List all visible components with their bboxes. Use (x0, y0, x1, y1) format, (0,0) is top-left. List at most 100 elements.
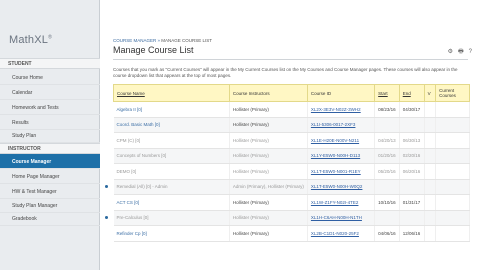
table-row: Pre-Calculus [0] Hollister (Primary) XL1H-… (113, 210, 470, 226)
table-row: Concepts of Numbers [0] Hollister (Primar… (113, 148, 470, 164)
course-name-link[interactable]: Remedial (All) [0] - Admin (113, 179, 230, 195)
sidebar: MathXL® STUDENT Course Home Calendar Hom… (0, 0, 100, 270)
current-course-cell[interactable] (435, 210, 470, 226)
col-header-start[interactable]: Start (374, 84, 400, 102)
course-end-date: 12/06/16 (399, 225, 425, 242)
course-name-link[interactable]: CPM (C) [0] (113, 132, 230, 149)
col-header-current-courses: Current Courses (435, 84, 470, 102)
row-expand-bullet-icon[interactable] (105, 215, 108, 219)
course-id-link[interactable]: XL1I-5306-0017-2XF3 (307, 117, 376, 133)
course-end-date: 01/31/17 (399, 194, 425, 211)
course-end-date: 06/20/16 (399, 163, 425, 180)
current-course-cell[interactable] (435, 148, 470, 164)
course-end-date: 02/20/16 (399, 148, 425, 164)
course-v-cell (424, 210, 437, 226)
course-start-date: 01/20/16 (374, 148, 400, 164)
student-section-header: STUDENT (0, 58, 100, 69)
table-row: Refinder Cp [0] Hollister (Primary) XL2B-C… (113, 225, 470, 242)
course-start-date: 05/20/16 (374, 163, 400, 180)
current-course-cell[interactable] (435, 132, 470, 149)
course-start-date: 04/20/13 (374, 132, 400, 149)
course-id-link[interactable]: XL2B-C1D1-N020-25F2 (307, 225, 376, 242)
course-start-date (374, 210, 400, 226)
current-course-cell[interactable] (435, 179, 470, 195)
col-header-end[interactable]: End (398, 84, 425, 102)
course-end-date (399, 210, 425, 226)
current-course-cell[interactable] (435, 225, 470, 242)
course-name-link[interactable]: Algebra II [0] (113, 101, 230, 118)
sidebar-item-homework-and-tests[interactable]: Homework and Tests (0, 100, 100, 115)
course-end-date: 06/30/13 (399, 132, 425, 149)
sidebar-item-home-page-manager[interactable]: Home Page Manager (0, 169, 100, 184)
current-course-cell[interactable] (435, 101, 470, 118)
course-id-link[interactable]: XL1W-Z1FY-N02I-4TE2 (307, 194, 376, 211)
current-courses-note: Courses that you mark as "Current Course… (113, 67, 458, 78)
table-row: Algebra II [0] Hollister (Primary) XL2X-3E… (113, 101, 470, 118)
col-header-v: V (423, 84, 437, 102)
course-id-link[interactable]: XL1T-E5W0-N00H-W0Q2 (307, 179, 376, 195)
sidebar-item-study-plan[interactable]: Study Plan (0, 128, 100, 143)
course-instructors: Hollister (Primary) (229, 163, 308, 180)
course-name-link[interactable]: ACT CS [0] (113, 194, 230, 211)
instructor-section-header: INSTRUCTOR (0, 143, 100, 154)
sidebar-item-course-home[interactable]: Course Home (0, 70, 100, 85)
course-instructors: Hollister (Primary) (229, 210, 308, 226)
help-icon[interactable]: ? (469, 49, 472, 55)
sidebar-item-calendar[interactable]: Calendar (0, 85, 100, 100)
sidebar-item-hw-test-manager[interactable]: HW & Test Manager (0, 184, 100, 199)
current-course-cell[interactable] (435, 194, 470, 211)
page-title: Manage Course List (113, 45, 194, 55)
main-content: COURSE MANAGER » MANAGE COURSE LIST Mana… (101, 0, 480, 270)
current-course-cell[interactable] (435, 117, 470, 133)
course-start-date: 08/23/16 (374, 101, 400, 118)
course-v-cell (424, 163, 437, 180)
row-expand-bullet-icon[interactable] (105, 184, 108, 188)
course-v-cell (424, 132, 437, 149)
course-start-date: 04/06/16 (374, 225, 400, 242)
course-end-date (399, 179, 425, 195)
course-start-date: 10/10/16 (374, 194, 400, 211)
col-header-course-name[interactable]: Course Name (113, 84, 230, 102)
course-v-cell (424, 148, 437, 164)
table-row: CPM (C) [0] Hollister (Primary) XL1E-H20E-… (113, 132, 470, 149)
course-instructors: Hollister (Primary) (229, 225, 308, 242)
course-instructors: Hollister (Primary) (229, 132, 308, 149)
logo-text: MathXL (9, 34, 49, 46)
course-name-link[interactable]: Coord. Basic Math [0] (113, 117, 230, 133)
course-instructors: Hollister (Primary) (229, 101, 308, 118)
breadcrumb-current: MANAGE COURSE LIST (161, 38, 213, 43)
course-v-cell (424, 101, 437, 118)
course-end-date: 04/30/17 (399, 101, 425, 118)
course-id-link[interactable]: XL1E-H20E-N00V-N211 (307, 132, 376, 149)
course-instructors: Admin (Primary), Hollister (Primary) (229, 179, 308, 195)
sidebar-item-gradebook[interactable]: Gradebook (0, 211, 100, 226)
table-row: Remedial (All) [0] - Admin Admin (Primary… (113, 179, 470, 195)
course-id-link[interactable]: XL2X-3E3V-N02Z-3WH2 (307, 101, 376, 118)
page-tools: ⚙ 🖶? (443, 47, 472, 57)
course-name-link[interactable]: Pre-Calculus [0] (113, 210, 230, 226)
course-start-date (374, 179, 400, 195)
settings-icon[interactable]: ⚙ (448, 49, 453, 55)
col-header-course-instructors: Course Instructors (228, 84, 308, 102)
table-row: DEMO [0] Hollister (Primary) XL1T-E5W0-N00… (113, 163, 470, 180)
table-row: ACT CS [0] Hollister (Primary) XL1W-Z1FY-N… (113, 194, 470, 211)
course-name-link[interactable]: Concepts of Numbers [0] (113, 148, 230, 164)
course-v-cell (424, 117, 437, 133)
sidebar-item-course-manager[interactable]: Course Manager (0, 154, 100, 169)
course-name-link[interactable]: Refinder Cp [0] (113, 225, 230, 242)
course-id-link[interactable]: XL1Y-E5W0-N00H-D113 (307, 148, 376, 164)
course-list-table: Course Name Course Instructors Course ID… (113, 84, 470, 242)
breadcrumb-course-manager-link[interactable]: COURSE MANAGER (113, 38, 156, 43)
title-divider (113, 59, 468, 60)
logo-mark: ® (48, 34, 52, 41)
mathxl-logo[interactable]: MathXL® (0, 0, 99, 52)
course-name-link[interactable]: DEMO [0] (113, 163, 230, 180)
print-icon[interactable]: 🖶 (458, 49, 464, 55)
course-v-cell (424, 179, 437, 195)
breadcrumb: COURSE MANAGER » MANAGE COURSE LIST (113, 38, 212, 43)
course-instructors: Hollister (Primary) (229, 117, 308, 133)
course-id-link[interactable]: XL1H-C6AH-N00H-N1TH (307, 210, 376, 226)
course-id-link[interactable]: XL1T-E5W0-N001-R1EY (307, 163, 376, 180)
course-v-cell (424, 225, 437, 242)
current-course-cell[interactable] (435, 163, 470, 180)
